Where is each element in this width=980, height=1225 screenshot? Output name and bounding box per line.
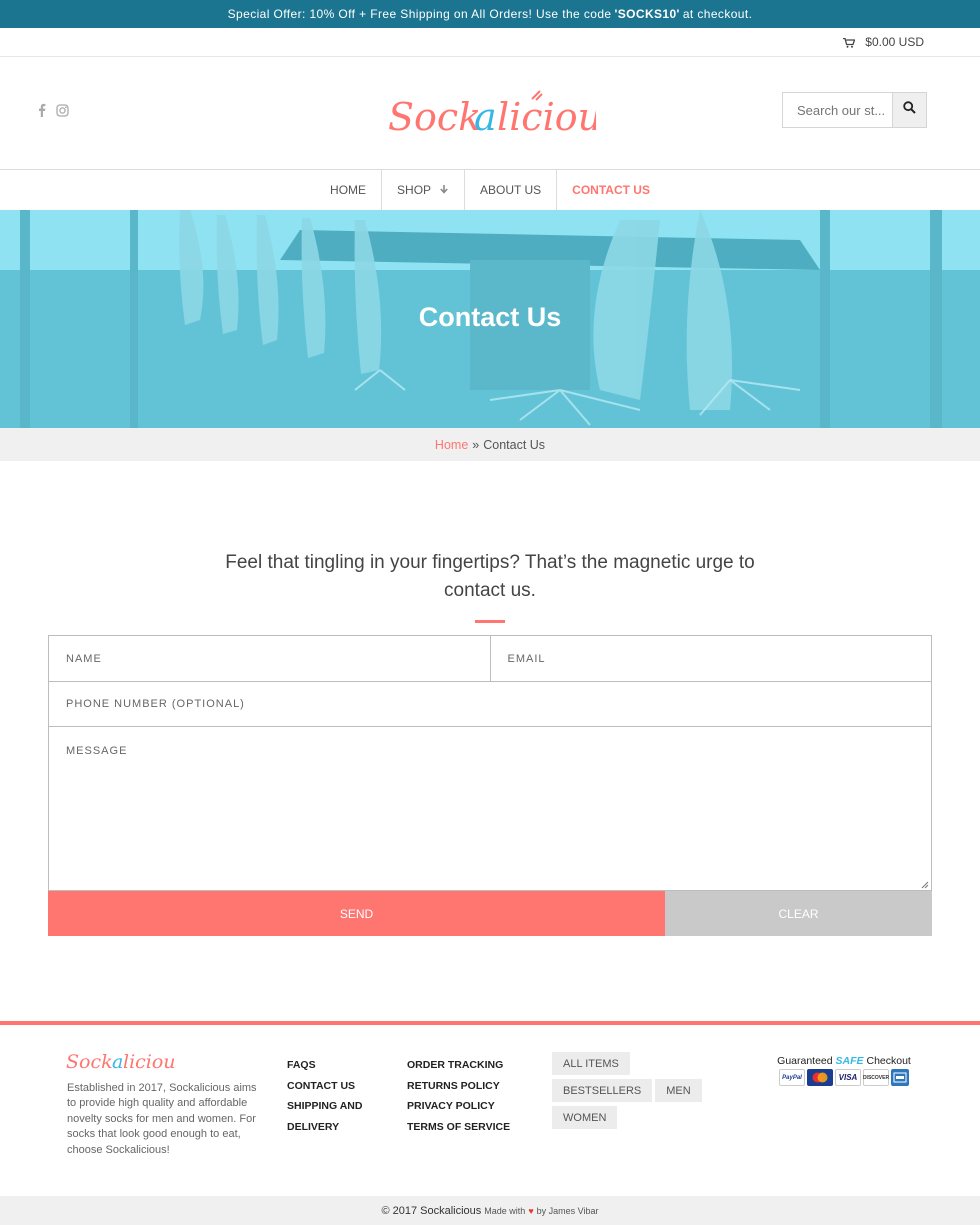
copyright-text: © 2017 Sockalicious <box>381 1204 482 1217</box>
footer-link-faqs[interactable]: FAQs <box>287 1055 387 1076</box>
site-header: Sock a licious <box>0 57 980 170</box>
footer-link-contact[interactable]: Contact Us <box>287 1076 387 1097</box>
footer-logo[interactable]: Sock a licious <box>66 1047 186 1073</box>
svg-text:a: a <box>474 95 497 139</box>
copyright-bar: © 2017 Sockalicious Made with ♥ by James… <box>0 1196 980 1225</box>
nav-shop-label: Shop <box>397 183 432 197</box>
mastercard-icon <box>807 1069 833 1086</box>
footer-about: Established in 2017, Sockalicious aims t… <box>67 1082 257 1156</box>
clear-button[interactable]: Clear <box>665 891 932 936</box>
breadcrumb-separator: » <box>472 437 480 452</box>
page-title: Contact Us <box>418 302 562 332</box>
nav-contact[interactable]: Contact Us <box>556 170 665 210</box>
amex-icon <box>891 1069 909 1086</box>
message-placeholder: MESSAGE <box>66 745 128 757</box>
search-input[interactable] <box>783 93 892 127</box>
hero-banner: Contact Us <box>0 210 980 428</box>
safe-suffix: Checkout <box>866 1055 911 1067</box>
phone-field[interactable]: PHONE NUMBER (OPTIONAL) <box>49 682 931 726</box>
email-field[interactable]: EMAIL <box>489 636 932 681</box>
svg-text:licious: licious <box>123 1051 176 1073</box>
contact-intro: Feel that tingling in your fingertips? T… <box>225 552 755 601</box>
svg-text:Sock: Sock <box>66 1051 113 1073</box>
resize-handle-icon[interactable] <box>921 880 929 889</box>
announcement-bar: Special Offer: 10% Off + Free Shipping o… <box>0 0 980 28</box>
paypal-icon: PayPal <box>779 1069 805 1086</box>
contact-form: NAME EMAIL PHONE NUMBER (OPTIONAL) MESSA… <box>48 635 932 891</box>
made-with-text: Made with <box>484 1205 526 1216</box>
arrow-down-icon <box>439 183 449 197</box>
site-footer: Sock a licious Established in 2017, Sock… <box>0 1021 980 1195</box>
footer-link-privacy[interactable]: Privacy Policy <box>407 1096 537 1117</box>
facebook-icon[interactable] <box>38 103 46 122</box>
form-buttons: Send Clear <box>48 891 932 936</box>
footer-link-terms[interactable]: Terms of Service <box>407 1117 537 1138</box>
search-box <box>782 92 927 128</box>
svg-text:licious: licious <box>497 95 596 139</box>
svg-text:a: a <box>112 1051 123 1073</box>
site-logo[interactable]: Sock a licious <box>386 87 622 139</box>
promo-code: 'SOCKS10' <box>614 7 680 21</box>
breadcrumb-current: Contact Us <box>483 437 546 452</box>
heart-icon: ♥ <box>528 1205 534 1216</box>
footer-link-order-tracking[interactable]: Order Tracking <box>407 1055 537 1076</box>
search-button[interactable] <box>892 93 926 127</box>
tag-men[interactable]: Men <box>655 1079 702 1102</box>
message-field[interactable]: MESSAGE <box>49 727 931 890</box>
send-button[interactable]: Send <box>48 891 665 936</box>
shopping-cart-icon[interactable] <box>843 37 856 48</box>
main-nav: Home Shop About Us Contact Us <box>0 170 980 210</box>
safe-checkout-badge: Guaranteed SAFE Checkout PayPal VISA DIS… <box>776 1055 912 1086</box>
safe-prefix: Guaranteed <box>777 1055 833 1067</box>
logo-text-part: Sock <box>388 95 481 139</box>
instagram-icon[interactable] <box>56 103 69 122</box>
visa-icon: VISA <box>835 1069 861 1086</box>
announcement-text: Special Offer: 10% Off + Free Shipping o… <box>227 7 612 21</box>
cart-total[interactable]: $0.00 USD <box>865 35 924 49</box>
tag-all-items[interactable]: All Items <box>552 1052 630 1075</box>
safe-word: SAFE <box>835 1055 864 1067</box>
nav-shop[interactable]: Shop <box>381 170 464 210</box>
search-icon <box>903 101 916 119</box>
breadcrumb-home[interactable]: Home <box>435 438 468 452</box>
phone-row: PHONE NUMBER (OPTIONAL) <box>49 682 931 727</box>
footer-tags: All Items Bestsellers Men Women <box>552 1052 727 1129</box>
footer-links-col1: FAQs Contact Us Shipping and Delivery <box>287 1055 387 1137</box>
footer-link-shipping[interactable]: Shipping and Delivery <box>287 1096 387 1137</box>
nav-about[interactable]: About Us <box>464 170 556 210</box>
nav-about-label: About Us <box>480 183 542 197</box>
author-text: by James Vibar <box>536 1205 599 1216</box>
tag-women[interactable]: Women <box>552 1106 618 1129</box>
nav-home-label: Home <box>330 183 367 197</box>
safe-checkout-title: Guaranteed SAFE Checkout <box>776 1055 912 1067</box>
announcement-text-end: at checkout. <box>682 7 753 21</box>
tag-bestsellers[interactable]: Bestsellers <box>552 1079 653 1102</box>
footer-links-col2: Order Tracking Returns Policy Privacy Po… <box>407 1055 537 1137</box>
cart-bar: $0.00 USD <box>0 28 980 57</box>
name-field[interactable]: NAME <box>49 636 490 681</box>
breadcrumb: Home » Contact Us <box>0 428 980 461</box>
social-links <box>38 103 69 122</box>
accent-divider <box>475 620 505 623</box>
footer-link-returns[interactable]: Returns Policy <box>407 1076 537 1097</box>
payment-cards: PayPal VISA DISCOVER <box>776 1069 912 1086</box>
name-email-row: NAME EMAIL <box>49 636 931 682</box>
nav-contact-label: Contact Us <box>572 183 650 197</box>
discover-icon: DISCOVER <box>863 1069 889 1086</box>
nav-home[interactable]: Home <box>315 170 381 210</box>
